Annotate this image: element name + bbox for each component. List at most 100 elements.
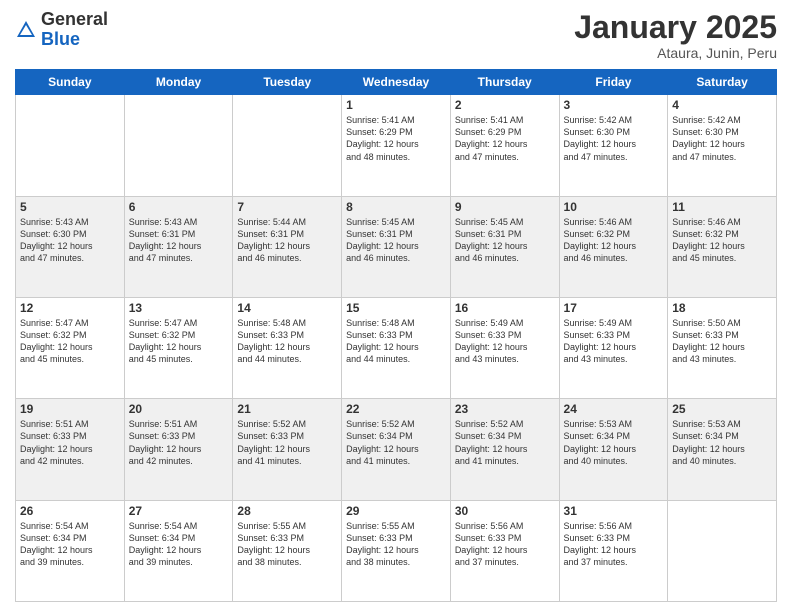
day-number: 29 bbox=[346, 504, 446, 518]
day-info: Sunrise: 5:48 AMSunset: 6:33 PMDaylight:… bbox=[237, 317, 337, 366]
calendar-week-1: 1 Sunrise: 5:41 AMSunset: 6:29 PMDaylight… bbox=[16, 95, 777, 196]
calendar-cell: 29 Sunrise: 5:55 AMSunset: 6:33 PMDayligh… bbox=[342, 500, 451, 601]
calendar-table: SundayMondayTuesdayWednesdayThursdayFrid… bbox=[15, 69, 777, 602]
calendar-header-row: SundayMondayTuesdayWednesdayThursdayFrid… bbox=[16, 70, 777, 95]
day-number: 25 bbox=[672, 402, 772, 416]
header: General Blue January 2025 Ataura, Junin,… bbox=[15, 10, 777, 61]
calendar-cell bbox=[668, 500, 777, 601]
day-number: 6 bbox=[129, 200, 229, 214]
calendar-cell: 22 Sunrise: 5:52 AMSunset: 6:34 PMDayligh… bbox=[342, 399, 451, 500]
day-number: 9 bbox=[455, 200, 555, 214]
calendar-cell: 1Sunrise: 5:41 AMSunset: 6:29 PMDaylight… bbox=[342, 95, 451, 196]
calendar-week-5: 26 Sunrise: 5:54 AMSunset: 6:34 PMDayligh… bbox=[16, 500, 777, 601]
calendar-cell: 28 Sunrise: 5:55 AMSunset: 6:33 PMDayligh… bbox=[233, 500, 342, 601]
logo: General Blue bbox=[15, 10, 108, 50]
day-info: Sunrise: 5:44 AMSunset: 6:31 PMDaylight:… bbox=[237, 216, 337, 265]
day-header-tuesday: Tuesday bbox=[233, 70, 342, 95]
calendar-cell: 13Sunrise: 5:47 AMSunset: 6:32 PMDayligh… bbox=[124, 297, 233, 398]
day-number: 4 bbox=[672, 98, 772, 112]
calendar-cell: 17 Sunrise: 5:49 AMSunset: 6:33 PMDayligh… bbox=[559, 297, 668, 398]
location-subtitle: Ataura, Junin, Peru bbox=[574, 45, 777, 61]
calendar-cell: 20 Sunrise: 5:51 AMSunset: 6:33 PMDayligh… bbox=[124, 399, 233, 500]
day-header-friday: Friday bbox=[559, 70, 668, 95]
day-number: 15 bbox=[346, 301, 446, 315]
day-number: 8 bbox=[346, 200, 446, 214]
calendar-cell bbox=[16, 95, 125, 196]
day-header-monday: Monday bbox=[124, 70, 233, 95]
logo-general: General bbox=[41, 9, 108, 29]
day-info: Sunrise: 5:42 AMSunset: 6:30 PMDaylight:… bbox=[564, 114, 664, 163]
day-number: 22 bbox=[346, 402, 446, 416]
calendar-cell: 24Sunrise: 5:53 AMSunset: 6:34 PMDayligh… bbox=[559, 399, 668, 500]
calendar-week-4: 19 Sunrise: 5:51 AMSunset: 6:33 PMDayligh… bbox=[16, 399, 777, 500]
day-number: 16 bbox=[455, 301, 555, 315]
day-info: Sunrise: 5:43 AMSunset: 6:31 PMDaylight:… bbox=[129, 216, 229, 265]
day-info: Sunrise: 5:53 AMSunset: 6:34 PMDaylight:… bbox=[672, 418, 772, 467]
day-number: 19 bbox=[20, 402, 120, 416]
day-number: 7 bbox=[237, 200, 337, 214]
calendar-cell: 10Sunrise: 5:46 AMSunset: 6:32 PMDayligh… bbox=[559, 196, 668, 297]
day-number: 28 bbox=[237, 504, 337, 518]
calendar-cell: 15 Sunrise: 5:48 AMSunset: 6:33 PMDayligh… bbox=[342, 297, 451, 398]
day-info: Sunrise: 5:50 AMSunset: 6:33 PMDaylight:… bbox=[672, 317, 772, 366]
day-number: 1 bbox=[346, 98, 446, 112]
day-info: Sunrise: 5:47 AMSunset: 6:32 PMDaylight:… bbox=[129, 317, 229, 366]
calendar-cell: 2 Sunrise: 5:41 AMSunset: 6:29 PMDaylight… bbox=[450, 95, 559, 196]
day-info: Sunrise: 5:54 AMSunset: 6:34 PMDaylight:… bbox=[20, 520, 120, 569]
day-info: Sunrise: 5:55 AMSunset: 6:33 PMDaylight:… bbox=[237, 520, 337, 569]
calendar-cell: 23 Sunrise: 5:52 AMSunset: 6:34 PMDayligh… bbox=[450, 399, 559, 500]
title-block: January 2025 Ataura, Junin, Peru bbox=[574, 10, 777, 61]
day-info: Sunrise: 5:56 AMSunset: 6:33 PMDaylight:… bbox=[564, 520, 664, 569]
calendar-cell: 25 Sunrise: 5:53 AMSunset: 6:34 PMDayligh… bbox=[668, 399, 777, 500]
day-number: 26 bbox=[20, 504, 120, 518]
calendar-cell: 3 Sunrise: 5:42 AMSunset: 6:30 PMDaylight… bbox=[559, 95, 668, 196]
day-number: 11 bbox=[672, 200, 772, 214]
day-info: Sunrise: 5:49 AMSunset: 6:33 PMDaylight:… bbox=[455, 317, 555, 366]
day-number: 20 bbox=[129, 402, 229, 416]
day-info: Sunrise: 5:56 AMSunset: 6:33 PMDaylight:… bbox=[455, 520, 555, 569]
day-info: Sunrise: 5:52 AMSunset: 6:34 PMDaylight:… bbox=[455, 418, 555, 467]
day-header-sunday: Sunday bbox=[16, 70, 125, 95]
day-info: Sunrise: 5:48 AMSunset: 6:33 PMDaylight:… bbox=[346, 317, 446, 366]
calendar-cell: 21 Sunrise: 5:52 AMSunset: 6:33 PMDayligh… bbox=[233, 399, 342, 500]
calendar-cell bbox=[233, 95, 342, 196]
logo-blue: Blue bbox=[41, 29, 80, 49]
calendar-cell: 27Sunrise: 5:54 AMSunset: 6:34 PMDayligh… bbox=[124, 500, 233, 601]
month-title: January 2025 bbox=[574, 10, 777, 45]
day-number: 3 bbox=[564, 98, 664, 112]
day-info: Sunrise: 5:52 AMSunset: 6:34 PMDaylight:… bbox=[346, 418, 446, 467]
calendar-cell: 14 Sunrise: 5:48 AMSunset: 6:33 PMDayligh… bbox=[233, 297, 342, 398]
logo-text: General Blue bbox=[41, 10, 108, 50]
day-info: Sunrise: 5:55 AMSunset: 6:33 PMDaylight:… bbox=[346, 520, 446, 569]
day-number: 23 bbox=[455, 402, 555, 416]
day-header-thursday: Thursday bbox=[450, 70, 559, 95]
calendar-cell: 16 Sunrise: 5:49 AMSunset: 6:33 PMDayligh… bbox=[450, 297, 559, 398]
day-info: Sunrise: 5:43 AMSunset: 6:30 PMDaylight:… bbox=[20, 216, 120, 265]
calendar-week-3: 12Sunrise: 5:47 AMSunset: 6:32 PMDayligh… bbox=[16, 297, 777, 398]
day-info: Sunrise: 5:42 AMSunset: 6:30 PMDaylight:… bbox=[672, 114, 772, 163]
calendar-cell: 30 Sunrise: 5:56 AMSunset: 6:33 PMDayligh… bbox=[450, 500, 559, 601]
day-header-wednesday: Wednesday bbox=[342, 70, 451, 95]
day-info: Sunrise: 5:45 AMSunset: 6:31 PMDaylight:… bbox=[346, 216, 446, 265]
calendar-cell: 18Sunrise: 5:50 AMSunset: 6:33 PMDayligh… bbox=[668, 297, 777, 398]
calendar-cell: 7 Sunrise: 5:44 AMSunset: 6:31 PMDaylight… bbox=[233, 196, 342, 297]
day-header-saturday: Saturday bbox=[668, 70, 777, 95]
day-number: 21 bbox=[237, 402, 337, 416]
day-info: Sunrise: 5:52 AMSunset: 6:33 PMDaylight:… bbox=[237, 418, 337, 467]
day-info: Sunrise: 5:46 AMSunset: 6:32 PMDaylight:… bbox=[672, 216, 772, 265]
calendar-cell: 5Sunrise: 5:43 AMSunset: 6:30 PMDaylight… bbox=[16, 196, 125, 297]
day-info: Sunrise: 5:51 AMSunset: 6:33 PMDaylight:… bbox=[129, 418, 229, 467]
day-info: Sunrise: 5:41 AMSunset: 6:29 PMDaylight:… bbox=[455, 114, 555, 163]
calendar-cell: 12Sunrise: 5:47 AMSunset: 6:32 PMDayligh… bbox=[16, 297, 125, 398]
day-number: 10 bbox=[564, 200, 664, 214]
calendar-cell: 4 Sunrise: 5:42 AMSunset: 6:30 PMDaylight… bbox=[668, 95, 777, 196]
calendar-cell: 6 Sunrise: 5:43 AMSunset: 6:31 PMDaylight… bbox=[124, 196, 233, 297]
day-number: 14 bbox=[237, 301, 337, 315]
logo-icon bbox=[15, 19, 37, 41]
day-number: 30 bbox=[455, 504, 555, 518]
day-number: 27 bbox=[129, 504, 229, 518]
calendar-cell: 11 Sunrise: 5:46 AMSunset: 6:32 PMDayligh… bbox=[668, 196, 777, 297]
day-info: Sunrise: 5:49 AMSunset: 6:33 PMDaylight:… bbox=[564, 317, 664, 366]
day-number: 17 bbox=[564, 301, 664, 315]
day-number: 2 bbox=[455, 98, 555, 112]
